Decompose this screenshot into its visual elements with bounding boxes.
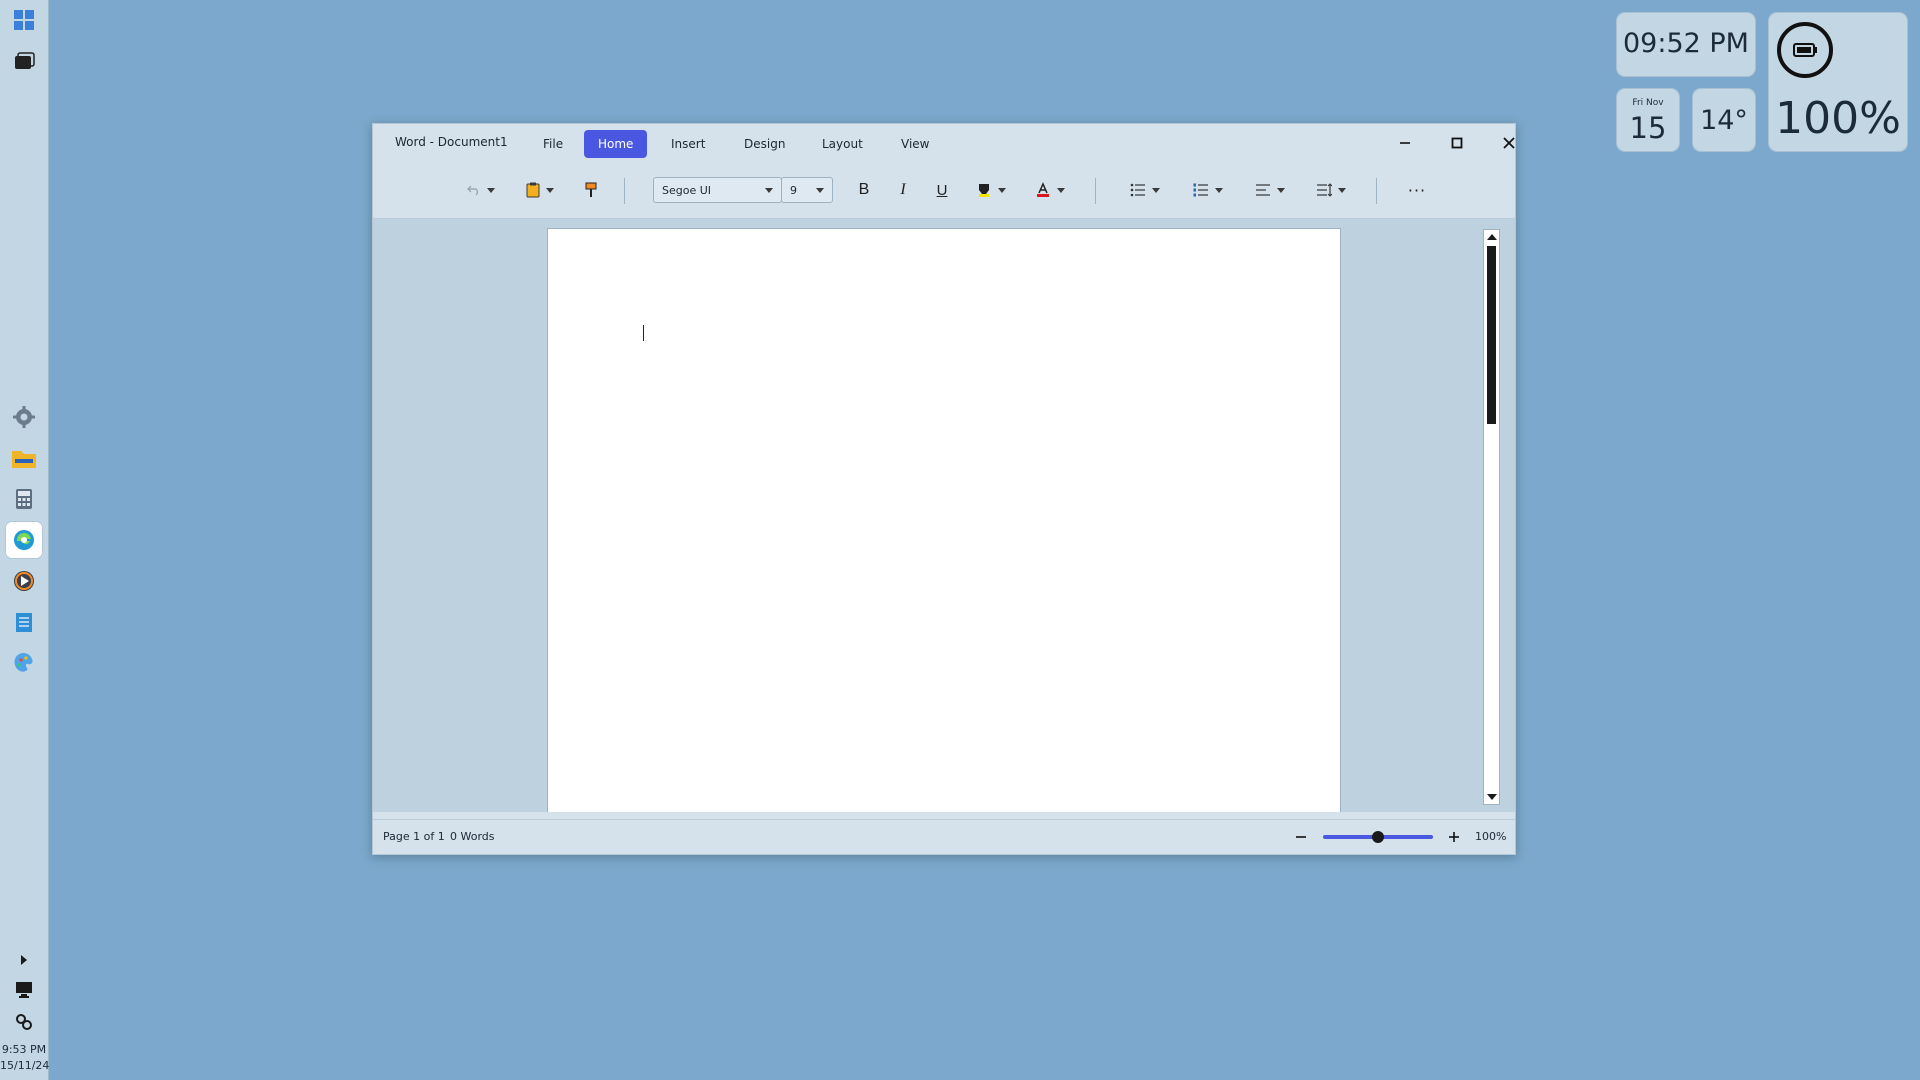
align-button[interactable] xyxy=(1248,177,1292,203)
zoom-in-button[interactable] xyxy=(1446,829,1462,845)
minimize-button[interactable] xyxy=(1385,128,1425,158)
text-cursor xyxy=(643,325,644,341)
chevron-down-icon xyxy=(1338,187,1346,193)
chevron-down-icon xyxy=(546,187,554,193)
undo-button[interactable] xyxy=(461,177,501,203)
word-count: 0 Words xyxy=(450,830,495,843)
widget-date-day: 15 xyxy=(1629,111,1667,145)
monitor-icon[interactable] xyxy=(6,972,42,1008)
paste-button[interactable] xyxy=(520,177,560,203)
menu-layout[interactable]: Layout xyxy=(808,130,877,158)
edge-browser-icon[interactable] xyxy=(6,522,42,558)
undo-icon xyxy=(467,185,478,196)
plus-icon xyxy=(1449,832,1459,842)
battery-widget[interactable]: 100% xyxy=(1769,13,1907,151)
zoom-level[interactable]: 100% xyxy=(1475,830,1506,843)
date-widget[interactable]: Fri Nov 15 xyxy=(1617,89,1679,151)
font-size-select[interactable]: 9 xyxy=(781,177,833,203)
notepad-icon[interactable] xyxy=(6,604,42,640)
windows-start-icon[interactable] xyxy=(6,2,42,38)
line-spacing-button[interactable] xyxy=(1309,177,1353,203)
font-name-value: Segoe UI xyxy=(662,183,712,197)
chevron-down-icon xyxy=(765,188,773,193)
chevron-down-icon xyxy=(1277,187,1285,193)
format-painter-button[interactable] xyxy=(578,177,604,203)
window-title: Word - Document1 xyxy=(395,135,508,149)
chevron-down-icon xyxy=(1057,187,1065,193)
clipboard-icon xyxy=(526,182,540,198)
widget-temperature: 14° xyxy=(1700,105,1748,136)
zoom-slider-thumb[interactable] xyxy=(1372,831,1384,843)
document-area[interactable] xyxy=(373,219,1515,812)
widget-clock-time: 09:52 PM xyxy=(1623,28,1749,59)
close-button[interactable] xyxy=(1489,128,1529,158)
taskbar-date[interactable]: 15/11/24 xyxy=(0,1058,49,1074)
highlighter-icon xyxy=(979,184,989,197)
more-options-button[interactable]: ··· xyxy=(1399,177,1435,203)
font-color-icon xyxy=(1037,182,1049,197)
font-size-value: 9 xyxy=(790,183,797,197)
document-page[interactable] xyxy=(548,229,1340,812)
weather-widget[interactable]: 14° xyxy=(1693,89,1755,151)
zoom-slider[interactable] xyxy=(1323,831,1433,843)
menu-home[interactable]: Home xyxy=(584,130,648,158)
scrollbar-thumb[interactable] xyxy=(1487,246,1496,424)
menu-view[interactable]: View xyxy=(887,130,943,158)
ribbon-separator xyxy=(1095,178,1096,204)
menu-file[interactable]: File xyxy=(529,130,577,158)
file-explorer-icon[interactable] xyxy=(6,440,42,476)
minimize-icon xyxy=(1400,142,1410,144)
widget-date-weekday-month: Fri Nov xyxy=(1632,98,1664,108)
word-window: Word - Document1 File Home Insert Design… xyxy=(372,123,1516,855)
bullet-list-button[interactable] xyxy=(1123,177,1167,203)
battery-ring-icon xyxy=(1777,22,1833,78)
clock-widget[interactable]: 09:52 PM xyxy=(1617,13,1755,76)
settings-icon[interactable] xyxy=(6,399,42,435)
numbered-list-button[interactable] xyxy=(1186,177,1230,203)
align-left-icon xyxy=(1256,184,1270,196)
chevron-down-icon xyxy=(487,187,495,193)
calculator-icon[interactable] xyxy=(6,481,42,517)
status-bar: Page 1 of 1 0 Words 100% xyxy=(373,819,1515,854)
chevron-down-icon xyxy=(1215,187,1223,193)
close-icon xyxy=(1503,137,1515,149)
maximize-icon xyxy=(1451,137,1463,149)
line-spacing-icon xyxy=(1317,183,1332,197)
highlight-button[interactable] xyxy=(969,177,1013,203)
chevron-down-icon xyxy=(998,187,1006,193)
zoom-out-button[interactable] xyxy=(1293,829,1309,845)
font-color-button[interactable] xyxy=(1028,177,1072,203)
ribbon-separator xyxy=(1376,178,1377,204)
menu-design[interactable]: Design xyxy=(730,130,799,158)
minus-icon xyxy=(1296,836,1306,838)
paint-icon[interactable] xyxy=(6,645,42,681)
scroll-up-arrow-icon[interactable] xyxy=(1487,234,1497,240)
taskbar-time[interactable]: 9:53 PM xyxy=(0,1042,48,1058)
italic-button[interactable]: I xyxy=(890,177,916,203)
battery-percent: 100% xyxy=(1775,93,1901,144)
format-painter-icon xyxy=(585,182,597,197)
underline-button[interactable]: U xyxy=(929,177,955,203)
ribbon-separator xyxy=(624,178,625,204)
ribbon-toolbar: Segoe UI 9 B I U ··· xyxy=(373,162,1515,219)
maximize-button[interactable] xyxy=(1437,128,1477,158)
bullet-list-icon xyxy=(1130,183,1145,197)
network-icon[interactable] xyxy=(6,1004,42,1040)
task-view-icon[interactable] xyxy=(6,43,42,79)
scroll-down-arrow-icon[interactable] xyxy=(1487,794,1497,800)
menu-insert[interactable]: Insert xyxy=(657,130,719,158)
chevron-down-icon xyxy=(816,188,824,193)
page-count: Page 1 of 1 xyxy=(383,830,445,843)
chevron-down-icon xyxy=(1152,187,1160,193)
media-player-icon[interactable] xyxy=(6,563,42,599)
vertical-scrollbar[interactable] xyxy=(1483,229,1500,805)
font-name-select[interactable]: Segoe UI xyxy=(653,177,782,203)
taskbar: 9:53 PM 15/11/24 xyxy=(0,0,49,1080)
bold-button[interactable]: B xyxy=(851,177,877,203)
numbered-list-icon xyxy=(1193,183,1208,197)
title-bar[interactable]: Word - Document1 File Home Insert Design… xyxy=(373,124,1515,162)
